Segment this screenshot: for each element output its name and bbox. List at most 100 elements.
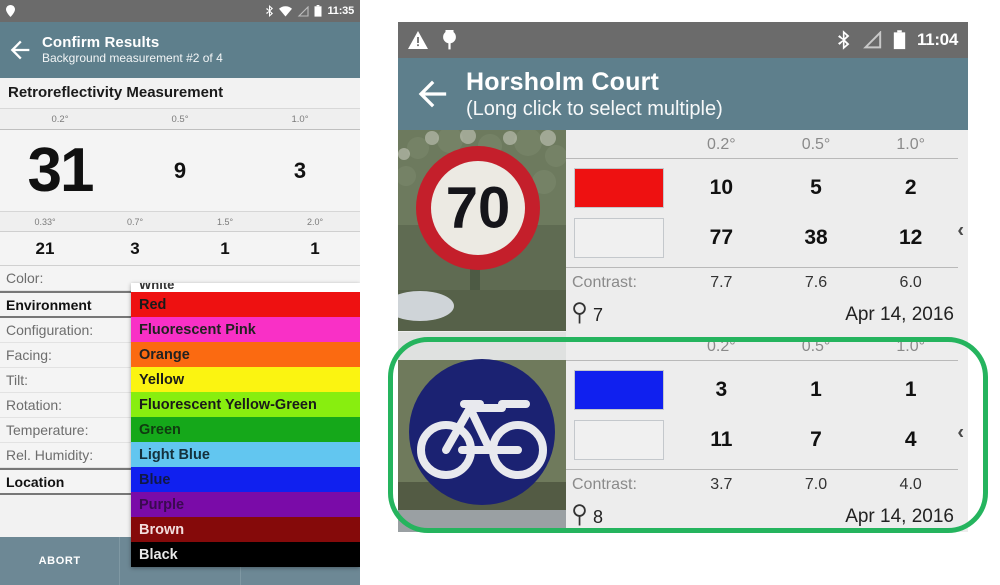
angle-label: 1.0° (896, 338, 925, 355)
measurement-row-secondary: 21 3 1 1 (0, 232, 360, 266)
background-color-swatch-wrap (566, 218, 674, 258)
bluetooth-icon (266, 5, 274, 17)
color-option-label: White (139, 283, 175, 292)
color-option-fluorescent-pink[interactable]: Fluorescent Pink (131, 317, 360, 342)
angle-header-row: 0.2° 0.5° 1.0° (566, 130, 958, 158)
angle-label: 0.33° (34, 216, 56, 227)
location-title: Horsholm Court (466, 67, 660, 96)
color-option-orange[interactable]: Orange (131, 342, 360, 367)
battery-icon (314, 5, 322, 17)
section-title: Retroreflectivity Measurement (0, 78, 360, 108)
color-option-black[interactable]: Black (131, 542, 360, 567)
chevron-left-icon[interactable]: ‹ (957, 421, 964, 444)
back-arrow-icon[interactable] (6, 36, 34, 64)
sign-color-swatch-wrap (566, 168, 674, 208)
angle-label: 2.0° (306, 216, 324, 227)
measurement-value: 38 (804, 226, 828, 249)
measurement-value: 9 (173, 157, 187, 183)
marker-count: 8 (593, 506, 604, 527)
measurement-date: Apr 14, 2016 (845, 506, 954, 527)
measurement-card[interactable]: 70 0.2° 0.5° 1.0° 10 5 2 77 38 12 Contrast: 7.7 7.6 6… (398, 130, 968, 331)
color-option-white[interactable]: White (131, 283, 360, 292)
color-option-green[interactable]: Green (131, 417, 360, 442)
measurement-row-primary: 31 9 3 (0, 130, 360, 212)
field-label: Temperature: (6, 422, 89, 438)
background-color-swatch (574, 420, 664, 460)
color-option-label: Purple (139, 496, 185, 513)
color-option-label: Orange (139, 346, 190, 363)
screenshot-root: 11:35 Confirm Results Background measure… (0, 0, 1000, 585)
measurement-value: 3 (293, 157, 307, 183)
color-option-red[interactable]: Red (131, 292, 360, 317)
color-option-label: Red (139, 296, 167, 313)
battery-icon (893, 30, 906, 50)
bicycle-route-sign (398, 332, 566, 532)
measurement-value: 1 (810, 378, 822, 401)
angle-label: 0.2° (707, 136, 736, 153)
left-phone-screen: 11:35 Confirm Results Background measure… (0, 0, 360, 585)
contrast-label: Contrast: (572, 476, 637, 493)
contrast-value: 6.0 (899, 274, 922, 291)
left-app-bar: Confirm Results Background measurement #… (0, 22, 360, 78)
color-option-label: Brown (139, 521, 185, 538)
sign-color-swatch (574, 168, 664, 208)
measurement-block: 10 5 2 77 38 12 (566, 158, 958, 268)
back-arrow-icon[interactable] (412, 74, 452, 114)
measurement-block: 3 1 1 11 7 4 (566, 360, 958, 470)
background-color-swatch-wrap (566, 420, 674, 460)
color-option-fluorescent-yellow-green[interactable]: Fluorescent Yellow-Green (131, 392, 360, 417)
angle-label: 0.5° (801, 136, 831, 153)
measurement-row-sign-color: 10 5 2 (566, 163, 958, 213)
measurement-row-background-color: 77 38 12 (566, 213, 958, 263)
right-app-bar-text: Horsholm Court (Long click to select mul… (466, 68, 723, 121)
measurement-value: 5 (810, 176, 822, 199)
bluetooth-icon (837, 30, 851, 50)
color-option-blue[interactable]: Blue (131, 467, 360, 492)
field-label: Tilt: (6, 372, 29, 388)
card-footer: 7 Apr 14, 2016 (566, 298, 958, 332)
measurement-value: 11 (710, 428, 733, 451)
contrast-value: 7.7 (710, 274, 733, 291)
measurement-value: 1 (904, 378, 917, 401)
color-option-light-blue[interactable]: Light Blue (131, 442, 360, 467)
marker-count: 7 (593, 304, 604, 325)
right-status-time: 11:04 (916, 30, 958, 49)
speed-limit-70-sign-image: 70 (398, 130, 566, 331)
left-app-bar-text: Confirm Results Background measurement #… (42, 33, 223, 65)
left-status-bar-right-icons: 11:35 (266, 5, 354, 17)
contrast-row: Contrast: 3.7 7.0 4.0 (566, 470, 958, 500)
measurement-card-body: 0.2° 0.5° 1.0° 10 5 2 77 38 12 Contrast: 7.7 7.6 6.0… (566, 130, 968, 331)
angle-label: 0.5° (801, 338, 831, 355)
angle-label: 0.2° (707, 338, 736, 355)
color-option-label: Light Blue (139, 446, 210, 463)
color-dropdown-list[interactable]: White Red Fluorescent Pink Orange Yellow Fluo… (131, 283, 360, 567)
right-app-bar: Horsholm Court (Long click to select mul… (398, 58, 968, 130)
color-option-yellow[interactable]: Yellow (131, 367, 360, 392)
contrast-value: 3.7 (710, 476, 733, 493)
abort-button[interactable]: ABORT (0, 537, 121, 585)
field-label: Rel. Humidity: (6, 447, 94, 463)
color-option-purple[interactable]: Purple (131, 492, 360, 517)
signal-icon (297, 5, 310, 17)
sign-color-swatch (574, 370, 664, 410)
right-status-bar: 11:04 (398, 22, 968, 58)
measurement-value: 3 (715, 378, 728, 401)
measurement-value: 7 (810, 428, 822, 451)
location-pin-icon (442, 30, 457, 50)
left-status-time: 11:35 (327, 5, 354, 17)
chevron-left-icon[interactable]: ‹ (957, 219, 964, 242)
page-title: Confirm Results (42, 33, 160, 51)
color-option-label: Green (139, 421, 181, 438)
contrast-value: 7.0 (804, 476, 828, 493)
field-label: Configuration: (6, 322, 94, 338)
marker-count-group: 7 (572, 301, 845, 329)
location-pin-icon (6, 5, 15, 17)
left-status-bar: 11:35 (0, 0, 360, 22)
color-option-brown[interactable]: Brown (131, 517, 360, 542)
color-option-label: Yellow (139, 371, 185, 388)
contrast-value: 4.0 (899, 476, 922, 493)
measurement-card[interactable]: 0.2° 0.5° 1.0° 3 1 1 11 7 4 Contrast: 3.7 7.0 4.0 8 Ap… (398, 332, 968, 532)
speed-limit-70-sign: 70 (398, 130, 566, 331)
page-subtitle: Background measurement #2 of 4 (42, 50, 223, 65)
measurement-value: 21 (35, 238, 55, 258)
